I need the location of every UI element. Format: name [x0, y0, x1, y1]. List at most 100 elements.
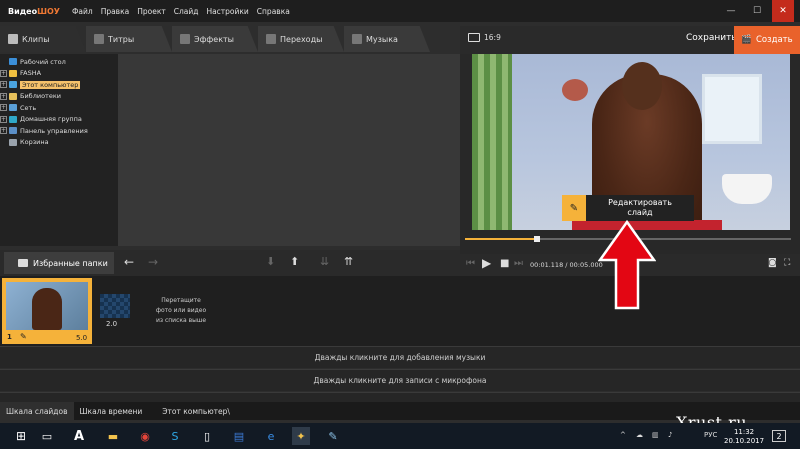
edge-icon[interactable]: e	[262, 427, 280, 445]
scrub-handle[interactable]	[533, 236, 540, 242]
forward-arrow-icon[interactable]: →	[148, 255, 158, 269]
maximize-button[interactable]: ☐	[746, 0, 768, 22]
paint-icon[interactable]: ✎	[324, 427, 342, 445]
menu-bar: ВидеоШОУ Файл Правка Проект Слайд Настро…	[0, 0, 800, 22]
transition-icon	[266, 34, 276, 44]
folder-icon	[9, 81, 17, 89]
menu-edit[interactable]: Правка	[97, 7, 134, 16]
drop-hint: Перетащите фото или видео из списка выше	[148, 296, 214, 326]
favorite-folders-button[interactable]: Избранные папки	[4, 252, 114, 274]
edit-slide-button[interactable]: ✎ Редактировать слайд	[562, 195, 694, 221]
tree-item[interactable]: + Панель управления	[0, 125, 118, 137]
volume-icon[interactable]: ♪	[668, 431, 672, 439]
video-show-taskbar-icon[interactable]: ✦	[292, 427, 310, 445]
expand-toggle-icon[interactable]: +	[0, 127, 7, 135]
tab-label: Клипы	[22, 34, 50, 44]
expand-toggle-icon[interactable]: +	[0, 115, 7, 123]
tree-item[interactable]: + FASHA	[0, 68, 118, 80]
red-arrow-annotation	[598, 220, 656, 310]
clip-duration: 5.0	[76, 334, 88, 342]
tree-item-label: Корзина	[20, 138, 49, 147]
tree-item[interactable]: Рабочий стол	[0, 56, 118, 68]
transition-thumbnail[interactable]	[100, 294, 130, 318]
skype-icon[interactable]: S	[166, 427, 184, 445]
move-up-icon[interactable]: ⬆	[290, 255, 299, 268]
skip-forward-icon[interactable]: ⏭	[514, 258, 523, 269]
thumb-person	[32, 288, 62, 330]
tab-music[interactable]: Музыка	[344, 26, 430, 52]
windows-start-icon[interactable]: ⊞	[12, 427, 30, 445]
folder-icon	[9, 104, 17, 112]
clip-thumbnail	[6, 282, 88, 330]
tray-icon[interactable]: ☁	[636, 431, 643, 439]
play-icon	[8, 34, 18, 44]
fullscreen-icon[interactable]: ⛶	[784, 258, 790, 268]
slide-clip[interactable]: 1 ✎ 5.0	[2, 278, 92, 344]
tree-item[interactable]: + Сеть	[0, 102, 118, 114]
minimize-button[interactable]: —	[720, 0, 742, 22]
music-track[interactable]: Дважды кликните для добавления музыки	[0, 346, 800, 368]
task-view-icon[interactable]: ▭	[38, 427, 56, 445]
chrome-icon[interactable]: ◉	[136, 427, 154, 445]
language-indicator[interactable]: РУС	[704, 431, 717, 439]
document-icon[interactable]: ▯	[198, 427, 216, 445]
back-arrow-icon[interactable]: ←	[124, 255, 134, 269]
move-up-all-icon[interactable]: ⇈	[344, 255, 353, 268]
tab-clips[interactable]: Клипы	[0, 26, 86, 52]
move-down-all-icon[interactable]: ⇊	[320, 255, 329, 268]
tree-item[interactable]: + Домашняя группа	[0, 114, 118, 126]
tab-transitions[interactable]: Переходы	[258, 26, 344, 52]
create-button[interactable]: 🎬 Создать	[734, 26, 800, 54]
floating-brain	[562, 79, 588, 101]
tree-item-label: Домашняя группа	[20, 115, 82, 124]
menu-settings[interactable]: Настройки	[202, 7, 252, 16]
tab-effects[interactable]: Эффекты	[172, 26, 258, 52]
skip-back-icon[interactable]: ⏮	[466, 258, 475, 269]
file-browser-area[interactable]	[118, 54, 460, 246]
tab-titles[interactable]: Титры	[86, 26, 172, 52]
menu-slide[interactable]: Слайд	[170, 7, 203, 16]
font-app-icon[interactable]: A	[70, 427, 88, 445]
bathroom-window	[702, 74, 762, 144]
file-explorer-icon[interactable]: ▬	[104, 427, 122, 445]
snapshot-icon[interactable]: ◙	[768, 258, 777, 268]
menu-project[interactable]: Проект	[133, 7, 170, 16]
expand-toggle-icon[interactable]: +	[0, 92, 7, 100]
network-icon[interactable]: ▥	[652, 431, 659, 439]
menu-help[interactable]: Справка	[253, 7, 294, 16]
tree-item-label: Панель управления	[20, 126, 88, 135]
folder-icon	[9, 115, 17, 123]
curtain	[472, 54, 512, 230]
folder-tree: Рабочий стол + FASHA + Этот компьютер + Библио…	[0, 54, 118, 246]
word-icon[interactable]: ▤	[230, 427, 248, 445]
microphone-track[interactable]: Дважды кликните для записи с микрофона	[0, 369, 800, 391]
clip-edit-icon[interactable]: ✎	[20, 332, 27, 341]
tab-slide-scale[interactable]: Шкала слайдов	[0, 402, 74, 420]
slide-timeline: 1 ✎ 5.0 2.0 Перетащите фото или видео из…	[0, 276, 800, 346]
tree-item[interactable]: + Этот компьютер	[0, 79, 118, 91]
stop-icon[interactable]: ■	[500, 258, 509, 269]
tray-chevron-icon[interactable]: ^	[620, 431, 626, 439]
tab-time-scale[interactable]: Шкала времени	[74, 402, 149, 420]
expand-toggle-icon[interactable]: +	[0, 104, 7, 112]
favorites-bar: Избранные папки ← → ⬇ ⬆ ⇊ ⇈	[0, 250, 460, 276]
tree-item[interactable]: Корзина	[0, 137, 118, 149]
timeline-footer	[0, 392, 800, 402]
aspect-ratio[interactable]: 16:9	[468, 33, 501, 42]
expand-toggle-icon[interactable]: +	[0, 81, 7, 89]
tab-label: Музыка	[366, 34, 398, 44]
move-down-icon[interactable]: ⬇	[266, 255, 275, 268]
expand-toggle-icon[interactable]: +	[0, 69, 7, 77]
close-button[interactable]: ✕	[772, 0, 794, 22]
text-icon	[94, 34, 104, 44]
play-button-icon[interactable]: ▶	[482, 256, 491, 270]
menu-file[interactable]: Файл	[68, 7, 97, 16]
save-button[interactable]: Сохранить	[686, 33, 737, 43]
tree-item[interactable]: + Библиотеки	[0, 91, 118, 103]
notifications-icon[interactable]: 2	[772, 430, 786, 442]
wand-icon	[180, 34, 190, 44]
clock[interactable]: 11:32 20.10.2017	[724, 428, 764, 446]
logo-text: Видео	[8, 6, 38, 16]
aspect-ratio-label: 16:9	[484, 33, 501, 42]
tree-item-label: Библиотеки	[20, 92, 61, 101]
